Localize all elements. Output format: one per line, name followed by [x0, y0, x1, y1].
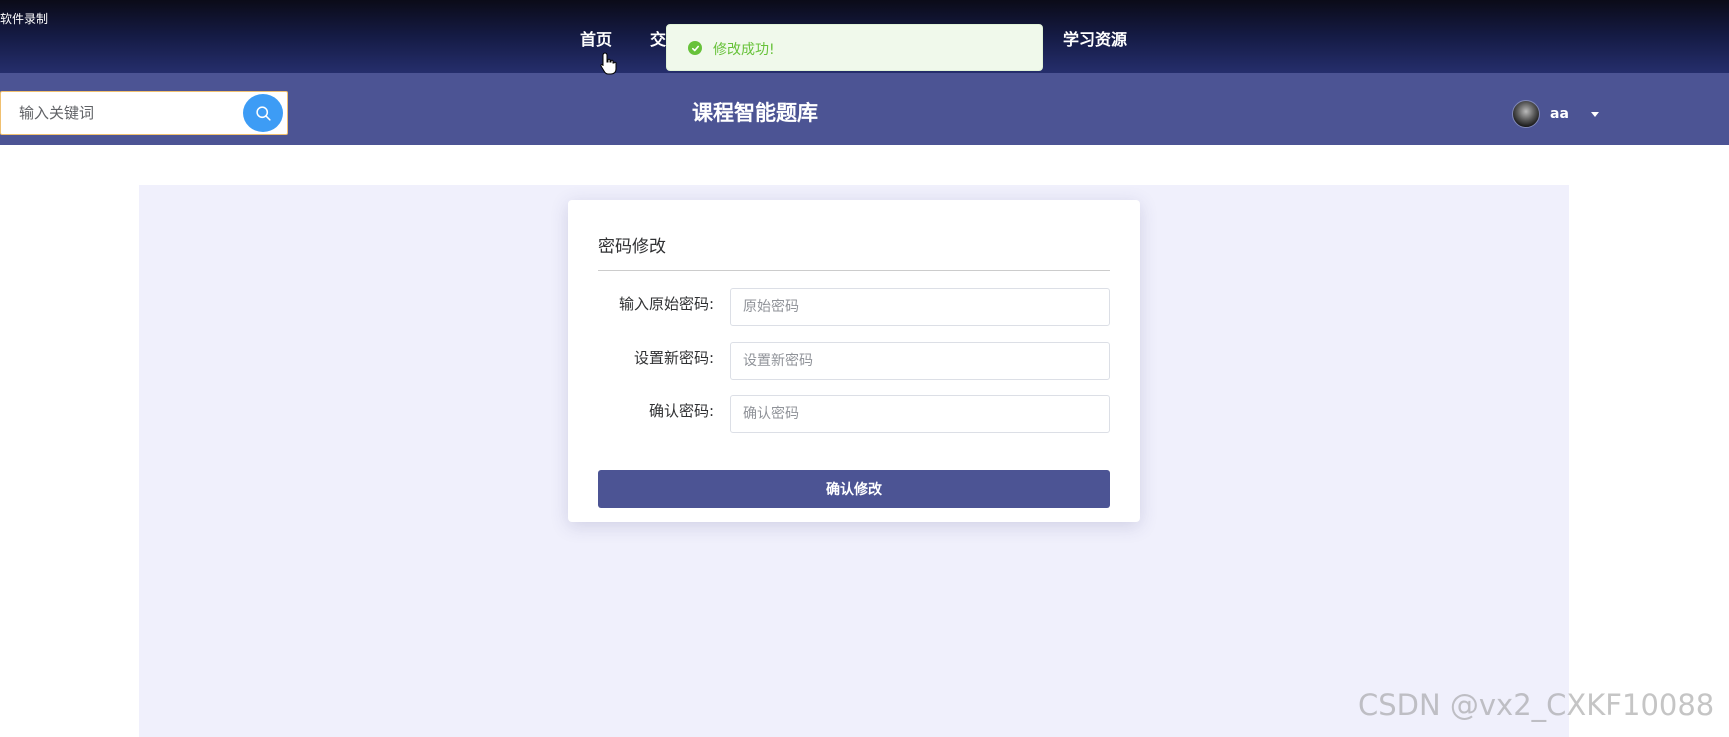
success-toast: 修改成功!: [666, 24, 1043, 71]
nav-item-learning-resources[interactable]: 学习资源: [1063, 26, 1127, 50]
search-button[interactable]: [243, 94, 283, 132]
original-password-label: 输入原始密码:: [618, 295, 714, 313]
avatar: [1512, 100, 1540, 128]
nav-item-home[interactable]: 首页: [580, 26, 612, 50]
user-menu[interactable]: aa: [1512, 100, 1599, 128]
title-divider: [598, 270, 1110, 271]
success-check-icon: [688, 41, 702, 55]
confirm-change-button[interactable]: 确认修改: [598, 470, 1110, 508]
username: aa: [1550, 106, 1569, 122]
toast-message: 修改成功!: [713, 42, 775, 58]
password-change-card: 密码修改 输入原始密码: 设置新密码: 确认密码: 确认修改: [568, 200, 1140, 522]
original-password-input[interactable]: [730, 288, 1110, 326]
nav-item-exchange[interactable]: 交: [650, 26, 666, 50]
site-header: 课程智能题库 aa: [0, 73, 1729, 145]
recorder-label: 软件录制: [0, 12, 49, 26]
watermark: CSDN @vx2_CXKF10088: [1358, 688, 1715, 722]
new-password-label: 设置新密码:: [633, 349, 714, 367]
confirm-password-input[interactable]: [730, 395, 1110, 433]
confirm-password-label: 确认密码:: [648, 402, 714, 420]
caret-down-icon: [1590, 111, 1599, 117]
search-icon: [255, 105, 271, 121]
card-title: 密码修改: [598, 237, 666, 257]
site-title: 课程智能题库: [692, 101, 818, 125]
search-input[interactable]: [1, 92, 239, 134]
hand-cursor-icon: [600, 52, 617, 75]
new-password-input[interactable]: [730, 342, 1110, 380]
search-box: [0, 91, 288, 135]
